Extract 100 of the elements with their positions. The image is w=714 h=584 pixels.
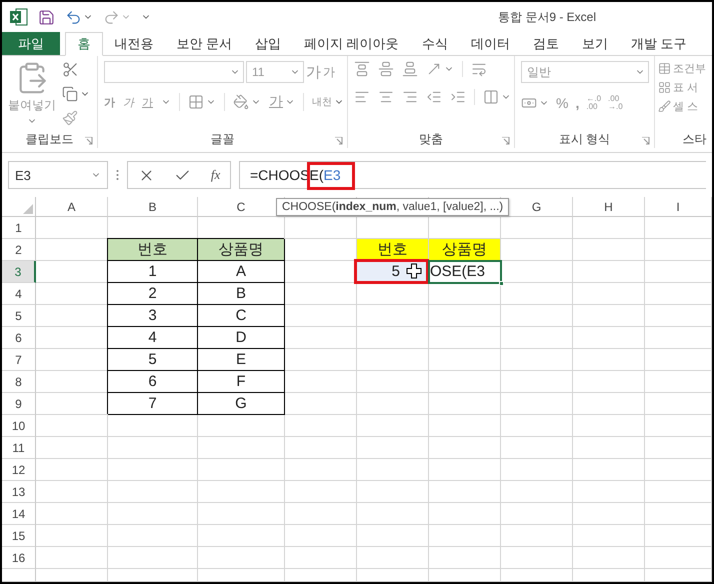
row-header[interactable]: 15 xyxy=(2,525,36,547)
empty-cell xyxy=(645,239,712,261)
table-cell: 2 xyxy=(108,283,198,305)
empty-cell xyxy=(357,459,429,481)
empty-cell xyxy=(285,349,357,371)
empty-cell xyxy=(357,547,429,569)
empty-cell xyxy=(429,525,501,547)
empty-cell xyxy=(573,283,645,305)
group-label: 표시 형식 xyxy=(558,130,610,148)
row-header[interactable]: 1 xyxy=(2,217,36,239)
ribbon-tab[interactable]: 홈 xyxy=(65,32,103,56)
row-header[interactable]: 7 xyxy=(2,349,36,371)
empty-cell xyxy=(573,239,645,261)
empty-cell xyxy=(429,349,501,371)
row-header[interactable]: 3 xyxy=(2,261,36,283)
empty-cell xyxy=(501,415,573,437)
empty-cell xyxy=(573,217,645,239)
group-label: 스타 xyxy=(682,130,706,148)
table-cell: E xyxy=(198,349,285,371)
empty-cell xyxy=(645,547,712,569)
dialog-launcher-icon[interactable] xyxy=(335,137,343,145)
row-header[interactable]: 9 xyxy=(2,393,36,415)
empty-cell xyxy=(501,459,573,481)
row-header[interactable]: 4 xyxy=(2,283,36,305)
column-header[interactable]: H xyxy=(573,197,645,217)
empty-cell xyxy=(645,261,712,283)
column-header[interactable]: B xyxy=(108,197,198,217)
empty-cell xyxy=(573,437,645,459)
drag-handle-icon[interactable] xyxy=(116,169,119,181)
table-cell: C xyxy=(198,305,285,327)
window-title: 통합 문서9 - Excel xyxy=(498,8,596,26)
font-name-field[interactable] xyxy=(104,61,244,83)
empty-cell xyxy=(645,569,712,582)
outdent-icon xyxy=(426,89,442,105)
empty-cell xyxy=(357,327,429,349)
dialog-launcher-icon[interactable] xyxy=(85,137,93,145)
insert-function-button[interactable]: fx xyxy=(210,167,220,183)
merge-icon xyxy=(483,89,499,105)
fill-handle[interactable] xyxy=(499,281,504,286)
table-cell: A xyxy=(198,261,285,283)
empty-cell xyxy=(357,481,429,503)
empty-cell xyxy=(285,393,357,415)
empty-cell xyxy=(357,569,429,582)
row-header[interactable]: 2 xyxy=(2,239,36,261)
table-cell: 번호 xyxy=(108,239,198,261)
empty-cell xyxy=(573,327,645,349)
empty-cell xyxy=(573,305,645,327)
row-header[interactable]: 8 xyxy=(2,371,36,393)
table-cell: 6 xyxy=(108,371,198,393)
align-top-icon xyxy=(354,61,370,77)
empty-cell xyxy=(501,393,573,415)
empty-cell xyxy=(285,547,357,569)
group-label: 글꼴 xyxy=(210,130,234,148)
redo-icon xyxy=(103,8,120,26)
empty-cell xyxy=(645,371,712,393)
align-right-icon xyxy=(402,89,418,105)
empty-cell xyxy=(573,547,645,569)
empty-cell xyxy=(573,415,645,437)
row-header[interactable]: 16 xyxy=(2,547,36,569)
name-box[interactable]: E3 xyxy=(8,161,108,189)
table-cell: 3 xyxy=(108,305,198,327)
table-cell: F xyxy=(198,371,285,393)
empty-cell xyxy=(501,217,573,239)
empty-cell xyxy=(357,503,429,525)
table-cell: G xyxy=(198,393,285,415)
column-header[interactable]: I xyxy=(645,197,712,217)
empty-cell xyxy=(285,327,357,349)
empty-cell xyxy=(501,261,573,283)
dialog-launcher-icon[interactable] xyxy=(502,137,510,145)
row-header[interactable]: 13 xyxy=(2,481,36,503)
empty-cell xyxy=(429,547,501,569)
empty-cell xyxy=(357,371,429,393)
excel-logo-icon xyxy=(10,8,28,26)
empty-cell xyxy=(501,481,573,503)
empty-cell xyxy=(645,415,712,437)
empty-cell xyxy=(501,503,573,525)
empty-cell xyxy=(645,393,712,415)
row-header[interactable]: 5 xyxy=(2,305,36,327)
empty-cell xyxy=(285,525,357,547)
row-header[interactable]: 10 xyxy=(2,415,36,437)
empty-cell xyxy=(357,349,429,371)
empty-cell xyxy=(645,349,712,371)
table-cell: 상품명 xyxy=(198,239,285,261)
dialog-launcher-icon[interactable] xyxy=(642,137,650,145)
empty-cell xyxy=(285,481,357,503)
row-header[interactable]: 14 xyxy=(2,503,36,525)
empty-cell xyxy=(357,393,429,415)
empty-cell xyxy=(285,437,357,459)
column-header[interactable]: A xyxy=(36,197,108,217)
table-cell: 상품명 xyxy=(429,239,501,261)
empty-cell xyxy=(357,437,429,459)
cell-style-icon xyxy=(658,100,671,113)
empty-cell xyxy=(645,459,712,481)
row-header[interactable]: 6 xyxy=(2,327,36,349)
row-header[interactable]: 11 xyxy=(2,437,36,459)
row-header[interactable]: 12 xyxy=(2,459,36,481)
table-cell: B xyxy=(198,283,285,305)
group-label: 클립보드 xyxy=(26,130,74,148)
ribbon-tab[interactable]: 파일 xyxy=(2,32,60,55)
empty-cell xyxy=(501,327,573,349)
